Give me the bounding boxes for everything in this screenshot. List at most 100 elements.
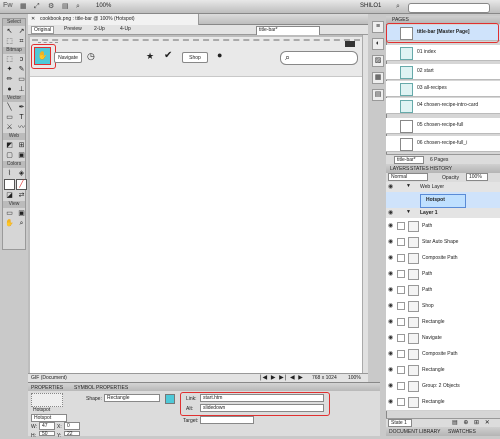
star-icon[interactable]: ★ [146, 51, 154, 62]
layer-row[interactable]: ◉ Rectangle [386, 394, 500, 411]
layer-row[interactable]: ◉ Composite Path [386, 250, 500, 267]
fill-color-swatch[interactable]: ╱ [16, 179, 27, 190]
page-row[interactable]: 05 chosen-recipe-full [386, 118, 500, 134]
full-screen-icon[interactable]: ▣ [16, 209, 27, 218]
link-field[interactable]: start.htm [200, 394, 324, 402]
tab-preview[interactable]: Preview [64, 26, 82, 32]
layout-icon[interactable]: ▦ [20, 3, 30, 11]
shape-select[interactable]: Rectangle [104, 394, 160, 402]
hotspot-tool-icon[interactable]: ◩ [4, 141, 15, 150]
layer-row[interactable]: ◉ Group: 2 Objects [386, 378, 500, 395]
layer-row[interactable]: ◉ Rectangle [386, 362, 500, 379]
paint-bucket-tool-icon[interactable]: ◈ [16, 169, 27, 178]
lock-checkbox[interactable] [397, 254, 405, 262]
magic-wand-tool-icon[interactable]: ✦ [4, 65, 15, 74]
close-icon[interactable]: ✕ [31, 16, 35, 22]
eye-icon[interactable]: ◉ [388, 270, 393, 277]
expand-icon[interactable]: ▼ [406, 209, 411, 215]
pen-tool-icon[interactable]: ✒ [16, 103, 27, 112]
scale-tool-icon[interactable]: ⬚ [4, 37, 15, 46]
hotspot-color-swatch[interactable] [165, 394, 175, 404]
alt-field[interactable]: slidedown [200, 404, 324, 412]
height-field[interactable]: 50 [39, 431, 55, 437]
eye-icon[interactable]: ◉ [388, 366, 393, 373]
stroke-color-swatch[interactable] [4, 179, 15, 190]
lock-checkbox[interactable] [397, 350, 405, 358]
subselect-tool-icon[interactable]: ↗ [16, 27, 27, 36]
lasso-tool-icon[interactable]: ↄ [16, 55, 27, 64]
eye-icon[interactable]: ◉ [388, 334, 393, 341]
workspace-switcher[interactable]: SHILO1 [360, 3, 381, 9]
layer-actions-icons[interactable]: ▤ ⊕ ⊞ ✕ [452, 419, 492, 426]
state-select[interactable]: State 1 [388, 419, 412, 427]
shop-button[interactable]: Shop [182, 52, 208, 63]
extend-icon[interactable]: ⤢ [34, 3, 44, 11]
lock-checkbox[interactable] [397, 318, 405, 326]
eye-icon[interactable]: ◉ [388, 209, 393, 216]
canvas-search-field[interactable]: ⌕ [280, 51, 358, 65]
lock-checkbox[interactable] [397, 398, 405, 406]
eye-icon[interactable]: ◉ [388, 254, 393, 261]
navigate-button[interactable]: Navigate [54, 52, 82, 63]
show-slices-icon[interactable]: ▣ [16, 151, 27, 160]
brush-tool-icon[interactable]: ✎ [16, 65, 27, 74]
search-icon[interactable]: ⌕ [396, 3, 406, 11]
search-input[interactable] [408, 3, 490, 13]
layer-row[interactable]: ◉ Path [386, 218, 500, 235]
blur-tool-icon[interactable]: ● [4, 85, 15, 94]
lock-checkbox[interactable] [397, 286, 405, 294]
eye-icon[interactable]: ◉ [388, 398, 393, 405]
zoom-icon[interactable]: ⌕ [76, 3, 86, 11]
lock-checkbox[interactable] [397, 382, 405, 390]
image-editing-icon[interactable]: ▨ [372, 55, 384, 67]
crop-tool-icon[interactable]: ⌗ [16, 37, 27, 46]
tab-original[interactable]: Original [31, 26, 55, 34]
page-row[interactable]: 02 start [386, 64, 500, 80]
layer-row[interactable]: ◉ Shop [386, 298, 500, 315]
document-icon[interactable]: ▤ [62, 3, 72, 11]
tab-2-up[interactable]: 2-Up [94, 26, 105, 32]
page-row[interactable]: 04 chosen-recipe-intro-card [386, 98, 500, 114]
eye-icon[interactable]: ◉ [388, 382, 393, 389]
rectangle-tool-icon[interactable]: ▭ [4, 113, 15, 122]
text-tool-icon[interactable]: T [16, 113, 27, 122]
vertical-scrollbar[interactable] [362, 35, 368, 373]
page-row[interactable]: 06 chosen-recipe-full_i [386, 136, 500, 152]
hide-slices-icon[interactable]: ▢ [4, 151, 15, 160]
lock-checkbox[interactable] [397, 366, 405, 374]
stamp-tool-icon[interactable]: ⊥ [16, 85, 27, 94]
speech-bubble-icon[interactable]: ● [217, 50, 222, 60]
layer-row[interactable]: ◉ Star Auto Shape [386, 234, 500, 251]
layer-row[interactable]: ◉ Path [386, 266, 500, 283]
layer-row[interactable]: ◉ Path [386, 282, 500, 299]
lock-checkbox[interactable] [397, 238, 405, 246]
styles-icon[interactable]: ◐ [372, 38, 384, 50]
align-icon[interactable]: ≡ [372, 21, 384, 33]
eye-icon[interactable]: ◉ [388, 183, 393, 190]
knife-tool-icon[interactable]: ⚔ [4, 123, 15, 132]
layer-row[interactable]: ◉ Navigate [386, 330, 500, 347]
lock-checkbox[interactable] [397, 334, 405, 342]
target-field[interactable] [200, 416, 254, 424]
eye-icon[interactable]: ◉ [388, 318, 393, 325]
eye-icon[interactable]: ◉ [388, 302, 393, 309]
freeform-tool-icon[interactable]: 〰 [16, 123, 27, 132]
lock-checkbox[interactable] [397, 302, 405, 310]
slice-tool-icon[interactable]: ⊞ [16, 141, 27, 150]
pointer-tool-icon[interactable]: ↖ [4, 27, 15, 36]
opacity-field[interactable]: 100% [466, 173, 488, 181]
clock-icon[interactable]: ◷ [87, 51, 95, 62]
expand-icon[interactable]: ▼ [406, 183, 411, 189]
marquee-tool-icon[interactable]: ⬚ [4, 55, 15, 64]
lock-checkbox[interactable] [397, 222, 405, 230]
zoom-tool-icon[interactable]: ⌕ [16, 219, 27, 228]
eraser-tool-icon[interactable]: ▭ [16, 75, 27, 84]
zoom-readout[interactable]: 100% [96, 3, 111, 9]
layer-row[interactable]: ◉ Composite Path [386, 346, 500, 363]
eye-icon[interactable]: ◉ [388, 222, 393, 229]
eye-icon[interactable]: ◉ [388, 286, 393, 293]
tab-layers[interactable]: LAYERS [390, 166, 409, 172]
pages-page-select[interactable]: title-bar* [394, 156, 424, 164]
tab-swatches[interactable]: SWATCHES [448, 429, 476, 435]
standard-screen-icon[interactable]: ▭ [4, 209, 15, 218]
